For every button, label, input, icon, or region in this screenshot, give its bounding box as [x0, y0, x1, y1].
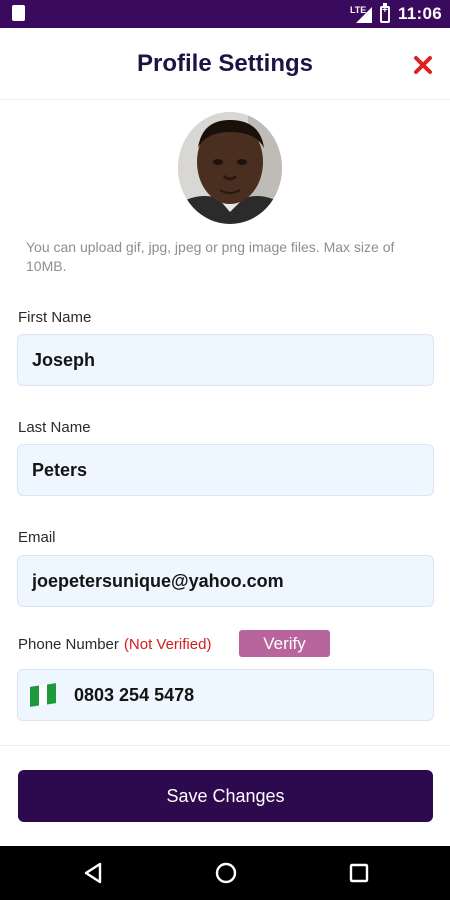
save-changes-button[interactable]: Save Changes	[18, 770, 433, 822]
signal-icon: LTE	[350, 5, 372, 23]
last-name-label: Last Name	[18, 419, 91, 436]
first-name-field[interactable]: Joseph	[17, 334, 434, 386]
last-name-field[interactable]: Peters	[17, 444, 434, 496]
nigeria-flag-icon	[30, 683, 57, 707]
phone-value: 0803 254 5478	[74, 684, 195, 705]
page-title: Profile Settings	[136, 50, 314, 77]
first-name-value: Joseph	[32, 349, 96, 370]
close-icon	[414, 56, 432, 74]
header: Profile Settings	[0, 28, 450, 100]
back-icon[interactable]	[80, 860, 106, 886]
phone-label-row: Phone Number (Not Verified)	[18, 630, 211, 658]
divider	[0, 745, 450, 746]
status-icons: LTE 11:06	[350, 0, 442, 28]
verification-status: (Not Verified)	[123, 635, 212, 653]
status-time: 11:06	[397, 4, 442, 23]
email-value: joepetersunique@yahoo.com	[32, 570, 284, 591]
home-icon[interactable]	[213, 860, 239, 886]
sd-card-icon	[12, 5, 25, 21]
recent-apps-icon[interactable]	[346, 860, 372, 886]
navigation-bar	[0, 846, 450, 900]
email-field[interactable]: joepetersunique@yahoo.com	[17, 555, 434, 607]
last-name-value: Peters	[32, 459, 88, 480]
phone-field[interactable]: 0803 254 5478	[17, 669, 434, 721]
email-label: Email	[18, 529, 56, 546]
upload-hint: You can upload gif, jpg, jpeg or png ima…	[26, 239, 395, 274]
status-bar: LTE 11:06	[0, 0, 450, 28]
phone-label: Phone Number	[18, 635, 119, 653]
close-button[interactable]	[408, 50, 438, 80]
battery-icon	[379, 2, 390, 23]
profile-photo-icon	[178, 112, 282, 224]
verify-button[interactable]: Verify	[239, 630, 330, 657]
first-name-label: First Name	[18, 309, 92, 326]
profile-avatar[interactable]	[178, 112, 282, 224]
